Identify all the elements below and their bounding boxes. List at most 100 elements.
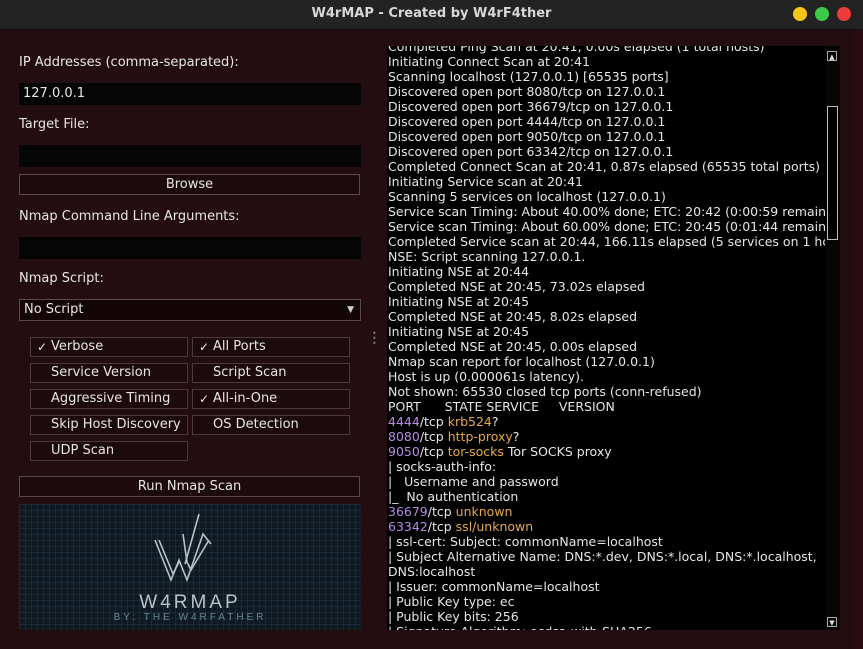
option-label: All Ports [213, 339, 266, 354]
option-checkbox[interactable]: Skip Host Discovery [30, 415, 188, 435]
target-file-label: Target File: [19, 117, 90, 132]
output-segment: /tcp [419, 429, 448, 444]
output-line: Discovered open port 8080/tcp on 127.0.0… [387, 84, 825, 99]
output-segment: | Subject Alternative Name: DNS:*.dev, D… [388, 549, 817, 564]
option-checkbox[interactable]: ✓ All Ports [192, 337, 350, 357]
nmap-script-select[interactable]: No Script ▼ [19, 299, 361, 321]
output-line: NSE: Script scanning 127.0.0.1. [387, 249, 825, 264]
output-segment: Discovered open port 8080/tcp on 127.0.0… [388, 84, 666, 99]
output-segment: Completed NSE at 20:45, 8.02s elapsed [388, 309, 638, 324]
service-name: krb524 [447, 414, 492, 429]
output-segment: | Public Key type: ec [388, 594, 515, 609]
output-segment: Nmap scan report for localhost (127.0.0.… [388, 354, 655, 369]
nmap-args-input[interactable] [19, 237, 361, 259]
output-line: Service scan Timing: About 40.00% done; … [387, 204, 825, 219]
splitter-handle[interactable]: • • • [372, 330, 377, 351]
title-bar[interactable]: W4rMAP - Created by W4rF4ther [0, 0, 863, 30]
output-line: Completed NSE at 20:45, 0.00s elapsed [387, 339, 825, 354]
output-segment: Discovered open port 4444/tcp on 127.0.0… [388, 114, 666, 129]
output-segment: DNS:localhost [388, 564, 476, 579]
output-segment: Scanning localhost (127.0.0.1) [65535 po… [388, 69, 669, 84]
output-line: Completed NSE at 20:45, 73.02s elapsed [387, 279, 825, 294]
output-line: Nmap scan report for localhost (127.0.0.… [387, 354, 825, 369]
target-file-input[interactable] [19, 145, 361, 167]
output-line: Completed Connect Scan at 20:41, 0.87s e… [387, 159, 825, 174]
output-segment: /tcp [419, 444, 448, 459]
output-segment: | ssl-cert: Subject: commonName=localhos… [388, 534, 663, 549]
output-line: | socks-auth-info: [387, 459, 825, 474]
minimize-button[interactable] [793, 7, 807, 21]
output-line: |_ No authentication [387, 489, 825, 504]
output-segment: /tcp [419, 414, 448, 429]
service-name: unknown [455, 504, 513, 519]
output-segment: Completed Service scan at 20:44, 166.11s… [388, 234, 825, 249]
logo-subtitle: BY: THE W4RFATHER [113, 612, 267, 623]
close-button[interactable] [837, 7, 851, 21]
output-line: | Public Key bits: 256 [387, 609, 825, 624]
option-checkbox[interactable]: OS Detection [192, 415, 350, 435]
run-nmap-scan-button[interactable]: Run Nmap Scan [19, 476, 360, 497]
ip-addresses-label: IP Addresses (comma-separated): [19, 55, 239, 70]
option-label: Script Scan [213, 365, 287, 380]
option-checkbox[interactable]: Service Version [30, 363, 188, 383]
output-line: Discovered open port 63342/tcp on 127.0.… [387, 144, 825, 159]
output-line: 63342/tcp ssl/unknown [387, 519, 825, 534]
output-segment: | socks-auth-info: [388, 459, 497, 474]
scroll-thumb[interactable] [827, 106, 838, 240]
output-segment: | Public Key bits: 256 [388, 609, 519, 624]
output-segment: Discovered open port 36679/tcp on 127.0.… [388, 99, 674, 114]
output-line: Host is up (0.000061s latency). [387, 369, 825, 384]
check-icon: ✓ [37, 340, 48, 354]
output-segment: | Signature Algorithm: ecdsa-with-SHA256 [388, 624, 652, 630]
output-text: Completed Ping Scan at 20:41, 0.00s elap… [387, 46, 825, 630]
output-line: | Subject Alternative Name: DNS:*.dev, D… [387, 549, 825, 564]
scroll-up-arrow-icon[interactable]: ▲ [827, 51, 837, 61]
check-icon: ✓ [199, 392, 210, 406]
output-line: | Public Key type: ec [387, 594, 825, 609]
output-segment: Completed NSE at 20:45, 73.02s elapsed [388, 279, 645, 294]
option-checkbox[interactable]: UDP Scan [30, 441, 188, 461]
browse-button[interactable]: Browse [19, 174, 360, 195]
output-line: 8080/tcp http-proxy? [387, 429, 825, 444]
port-number: 8080 [388, 429, 420, 444]
output-segment: Host is up (0.000061s latency). [388, 369, 584, 384]
nmap-script-selected: No Script [24, 302, 84, 317]
option-checkbox[interactable]: Script Scan [192, 363, 350, 383]
option-checkbox[interactable]: ✓ Verbose [30, 337, 188, 357]
port-number: 4444 [388, 414, 420, 429]
output-segment: Discovered open port 9050/tcp on 127.0.0… [388, 129, 666, 144]
output-segment: | Username and password [388, 474, 559, 489]
output-segment: ? [491, 414, 499, 429]
output-line: Not shown: 65530 closed tcp ports (conn-… [387, 384, 825, 399]
output-segment: /tcp [427, 519, 456, 534]
service-name: tor-socks [447, 444, 504, 459]
window-right-border [854, 30, 863, 649]
output-segment: Discovered open port 63342/tcp on 127.0.… [388, 144, 674, 159]
maximize-button[interactable] [815, 7, 829, 21]
output-segment: NSE: Script scanning 127.0.0.1. [388, 249, 586, 264]
chevron-down-icon: ▼ [347, 305, 354, 315]
output-segment: Not shown: 65530 closed tcp ports (conn-… [388, 384, 702, 399]
option-label: OS Detection [213, 417, 299, 432]
port-number: 36679 [388, 504, 428, 519]
output-segment: Completed Connect Scan at 20:41, 0.87s e… [388, 159, 821, 174]
option-checkbox[interactable]: Aggressive Timing [30, 389, 188, 409]
output-line: Discovered open port 36679/tcp on 127.0.… [387, 99, 825, 114]
window-title: W4rMAP - Created by W4rF4ther [311, 6, 552, 21]
scroll-down-arrow-icon[interactable]: ▼ [827, 617, 837, 627]
output-line: | ssl-cert: Subject: commonName=localhos… [387, 534, 825, 549]
scan-output-panel[interactable]: Completed Ping Scan at 20:41, 0.00s elap… [387, 46, 825, 630]
output-line: | Signature Algorithm: ecdsa-with-SHA256 [387, 624, 825, 630]
nmap-args-label: Nmap Command Line Arguments: [19, 209, 240, 224]
output-line: Discovered open port 9050/tcp on 127.0.0… [387, 129, 825, 144]
output-line: Service scan Timing: About 60.00% done; … [387, 219, 825, 234]
option-checkbox[interactable]: ✓ All-in-One [192, 389, 350, 409]
output-segment: Initiating NSE at 20:45 [388, 324, 530, 339]
ip-addresses-input[interactable]: 127.0.0.1 [19, 83, 361, 105]
output-segment: Initiating Connect Scan at 20:41 [388, 54, 590, 69]
output-line: Initiating Connect Scan at 20:41 [387, 54, 825, 69]
output-line: Initiating NSE at 20:45 [387, 324, 825, 339]
output-line: Completed Service scan at 20:44, 166.11s… [387, 234, 825, 249]
output-scrollbar[interactable]: ▲ ▼ [825, 46, 840, 630]
option-label: Aggressive Timing [51, 391, 171, 406]
